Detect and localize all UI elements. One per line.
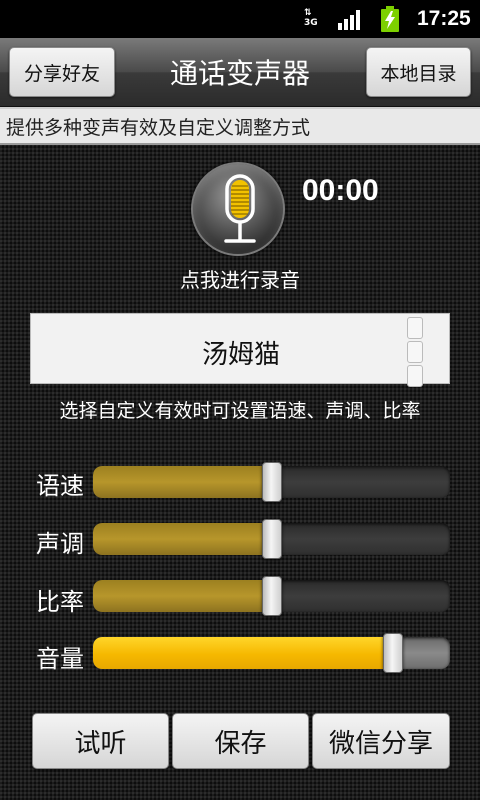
ratio-label: 比率 — [36, 588, 84, 616]
record-label: 点我进行录音 — [180, 268, 300, 292]
share-friends-button[interactable]: 分享好友 — [9, 47, 115, 97]
battery-charging-icon — [381, 6, 399, 32]
volume-fill — [93, 637, 393, 669]
speed-label: 语速 — [36, 472, 84, 500]
tip-banner: 提供多种变声有效及自定义调整方式 — [0, 107, 480, 145]
record-button[interactable] — [191, 162, 285, 256]
selected-voice: 汤姆猫 — [201, 340, 280, 370]
pitch-label: 声调 — [36, 530, 84, 558]
speed-fill — [93, 466, 272, 498]
volume-slider-thumb[interactable] — [382, 633, 403, 673]
page-title: 通话变声器 — [169, 57, 310, 90]
3g-data-icon: ⇅ 3G — [304, 8, 318, 28]
picker-indicator — [407, 317, 423, 389]
microphone-icon — [224, 174, 256, 243]
pitch-slider-thumb[interactable] — [261, 519, 282, 559]
record-timer: 00:00 — [302, 174, 379, 207]
volume-label: 音量 — [36, 645, 84, 673]
custom-hint: 选择自定义有效时可设置语速、声调、比率 — [59, 400, 421, 422]
wechat-share-button[interactable]: 微信分享 — [312, 713, 450, 769]
local-directory-button[interactable]: 本地目录 — [366, 47, 471, 97]
signal-icon — [338, 10, 360, 30]
status-bar: ⇅ 3G 17:25 — [0, 0, 480, 38]
ratio-slider-thumb[interactable] — [261, 576, 282, 616]
pitch-fill — [93, 523, 272, 555]
ratio-fill — [93, 580, 272, 612]
title-bar: 分享好友 通话变声器 本地目录 — [0, 38, 480, 107]
preview-button[interactable]: 试听 — [32, 713, 169, 769]
voice-selector[interactable]: 汤姆猫 — [30, 313, 450, 387]
speed-slider-thumb[interactable] — [261, 462, 282, 502]
clock: 17:25 — [417, 7, 471, 30]
save-button[interactable]: 保存 — [172, 713, 309, 769]
